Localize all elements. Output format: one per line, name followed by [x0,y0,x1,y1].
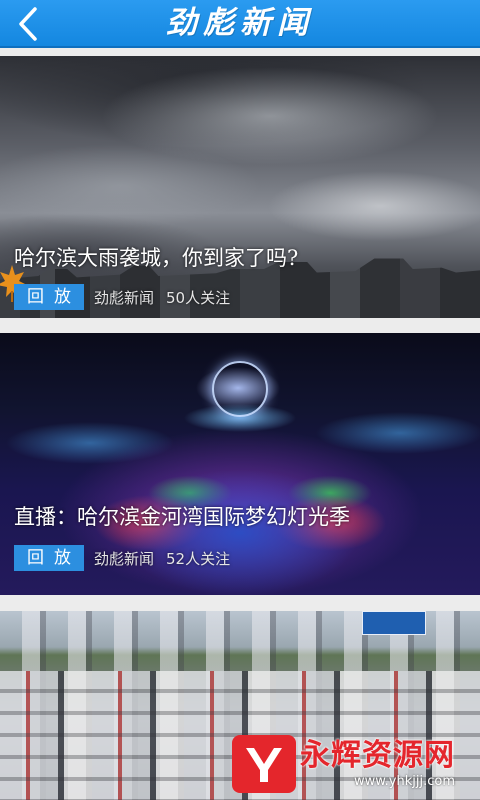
news-headline: 直播：哈尔滨金河湾国际梦幻灯光季 [14,505,350,529]
road-sign [362,611,426,635]
page-title: 劲彪新闻 [166,5,314,41]
watermark-name: 永辉资源网 [300,738,455,773]
news-meta: 回放 劲彪新闻 50人关注 [14,284,230,310]
replay-button[interactable]: 回放 [14,545,84,571]
ferris-wheel-light [212,361,268,417]
top-bar: 劲彪新闻 [0,0,480,48]
news-feed[interactable]: 哈尔滨大雨袭城，你到家了吗? 回放 劲彪新闻 50人关注 直播：哈尔滨金河湾国际… [0,48,480,800]
news-meta: 回放 劲彪新闻 52人关注 [14,545,230,571]
news-headline: 哈尔滨大雨袭城，你到家了吗? [14,246,299,270]
watermark-url: www.yhkjjj.com [353,774,455,789]
news-source: 劲彪新闻 [94,549,155,568]
follower-count: 52人关注 [166,549,231,568]
news-source: 劲彪新闻 [94,288,155,307]
news-card[interactable]: 哈尔滨大雨袭城，你到家了吗? 回放 劲彪新闻 50人关注 [0,56,480,318]
site-watermark: 永辉资源网 www.yhkjjj.com [232,735,455,793]
replay-button[interactable]: 回放 [14,284,84,310]
watermark-logo-icon [232,735,296,793]
follower-count: 50人关注 [166,288,231,307]
storm-photo [0,56,480,318]
news-card[interactable]: 直播：哈尔滨金河湾国际梦幻灯光季 回放 劲彪新闻 52人关注 [0,333,480,595]
